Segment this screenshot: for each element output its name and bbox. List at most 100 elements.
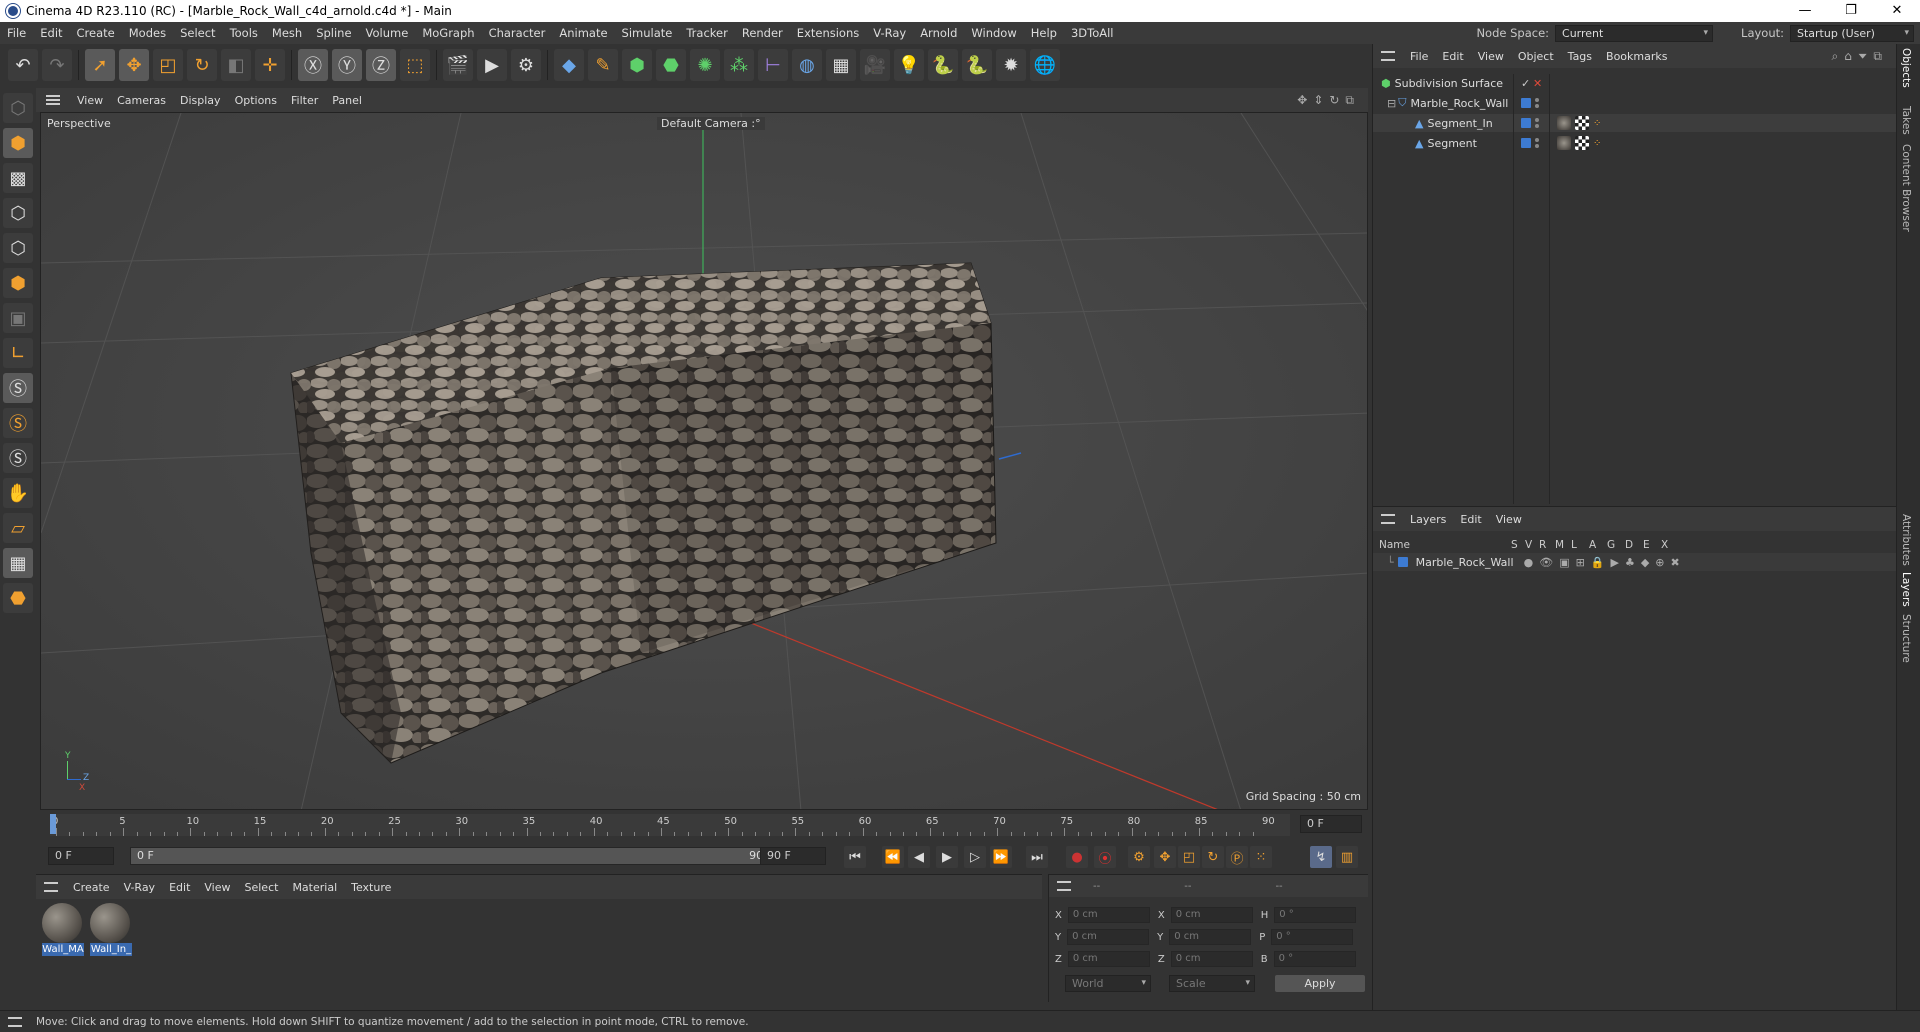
cube-primitive-icon[interactable]: ◆ [554,49,584,81]
layer-color-swatch[interactable] [1521,98,1531,108]
pos-y-field[interactable]: 0 cm [1067,929,1150,945]
rotate-tool-icon[interactable]: ↻ [187,49,217,81]
end-frame-field[interactable]: 90 F [760,847,826,865]
selection-tag-icon[interactable]: ⁘ [1593,138,1601,149]
workplane-icon[interactable]: ✋ [3,478,33,508]
menu-select[interactable]: Select [173,26,222,40]
layer-menu-edit[interactable]: Edit [1453,513,1488,526]
rot-h-field[interactable]: 0 ° [1274,907,1357,923]
menu-window[interactable]: Window [964,26,1023,40]
axis-mode-icon[interactable]: ∟ [3,338,33,368]
quantize-icon[interactable]: Ⓢ [3,443,33,473]
layer-color-swatch[interactable] [1397,557,1408,567]
keyframe-selection-icon[interactable]: ⚙ [1128,846,1150,868]
texture-mode-icon[interactable]: ▩ [3,163,33,193]
material-swatch[interactable]: Wall_In_ [90,903,132,957]
y-axis-lock-icon[interactable]: Ⓨ [332,49,362,81]
uv-mode-icon[interactable]: ▣ [3,303,33,333]
menu-extensions[interactable]: Extensions [790,26,866,40]
material-menu-material[interactable]: Material [285,881,344,894]
layer-menu-layers[interactable]: Layers [1403,513,1453,526]
menu-animate[interactable]: Animate [552,26,614,40]
scale-tool-icon[interactable]: ◰ [153,49,183,81]
disabled-x-icon[interactable]: ✕ [1533,77,1542,90]
rot-p-field[interactable]: 0 ° [1271,929,1354,945]
rot-b-field[interactable]: 0 ° [1273,951,1356,967]
snap-icon[interactable]: Ⓢ [3,373,33,403]
menu-help[interactable]: Help [1024,26,1064,40]
start-frame-field[interactable]: 0 F [48,847,114,865]
tab-attributes[interactable]: Attributes [1900,514,1912,566]
tab-content-browser[interactable]: Content Browser [1900,144,1912,232]
play-icon[interactable]: ▶ [936,846,958,868]
editor-visibility-dot[interactable] [1535,118,1539,122]
size-z-field[interactable]: 0 cm [1170,951,1253,967]
field-icon[interactable]: ◍ [792,49,822,81]
uvw-tag-icon[interactable] [1575,116,1589,130]
snap-settings-icon[interactable]: Ⓢ [3,408,33,438]
coordinate-system-icon[interactable]: ⬚ [400,49,430,81]
material-tag-icon[interactable] [1557,136,1571,150]
undo-icon[interactable]: ↶ [8,49,38,81]
record-icon[interactable]: ● [1066,846,1088,868]
menu-edit[interactable]: Edit [33,26,69,40]
motion-system-icon[interactable]: ↯ [1310,846,1332,868]
object-row[interactable]: ⬢ Subdivision Surface ✓ ✕ [1373,74,1897,92]
material-hamburger-icon[interactable] [44,882,58,892]
menu-vray[interactable]: V-Ray [866,26,913,40]
mograph-effector-icon[interactable]: ⁂ [724,49,754,81]
z-axis-lock-icon[interactable]: Ⓩ [366,49,396,81]
parameter-key-icon[interactable]: Ⓟ [1226,846,1248,868]
menu-file[interactable]: File [0,26,33,40]
tab-takes[interactable]: Takes [1900,106,1912,135]
menu-mograph[interactable]: MoGraph [415,26,481,40]
render-settings-icon[interactable]: ⚙ [511,49,541,81]
render-visibility-dot[interactable] [1535,144,1539,148]
scale-key-icon[interactable]: ◰ [1178,846,1200,868]
render-visibility-dot[interactable] [1535,124,1539,128]
cloner-icon[interactable]: ✺ [690,49,720,81]
viewport-menu-display[interactable]: Display [173,94,228,107]
editor-visibility-dot[interactable] [1535,138,1539,142]
previous-frame-icon[interactable]: ◀ [908,846,930,868]
render-visibility-dot[interactable] [1535,104,1539,108]
make-editable-icon[interactable]: ⬡ [3,93,33,123]
menu-arnold[interactable]: Arnold [913,26,964,40]
render-view-icon[interactable]: ▶ [477,49,507,81]
material-tag-icon[interactable] [1557,116,1571,130]
node-space-dropdown[interactable]: Current (Standard/Physical) [1555,24,1714,55]
light-icon[interactable]: 💡 [894,49,924,81]
menu-modes[interactable]: Modes [122,26,173,40]
menu-3dtoall[interactable]: 3DToAll [1064,26,1121,40]
viewport-menu-cameras[interactable]: Cameras [110,94,173,107]
polygons-mode-icon[interactable]: ⬢ [3,268,33,298]
material-swatch[interactable]: Wall_MA [42,903,84,957]
pen-spline-icon[interactable]: ✎ [588,49,618,81]
python-script-icon[interactable]: 🐍 [928,49,958,81]
pos-x-field[interactable]: 0 cm [1067,907,1150,923]
material-menu-select[interactable]: Select [238,881,286,894]
next-key-icon[interactable]: ⏩ [990,846,1012,868]
tab-structure[interactable]: Structure [1900,614,1912,663]
material-menu-edit[interactable]: Edit [162,881,197,894]
obj-menu-edit[interactable]: Edit [1435,50,1470,63]
pos-z-field[interactable]: 0 cm [1067,951,1150,967]
layer-menu-view[interactable]: View [1489,513,1529,526]
go-to-end-icon[interactable]: ⏭ [1026,846,1048,868]
pla-key-icon[interactable]: ⁙ [1250,846,1272,868]
layer-row[interactable]: └ Marble_Rock_Wall ●👁▣⊞🔒▶♣◆⊕✖ [1373,553,1897,571]
move-tool-icon[interactable]: ✥ [119,49,149,81]
viewport-camera-label[interactable]: Default Camera :° [657,117,765,130]
obj-menu-bookmarks[interactable]: Bookmarks [1599,50,1674,63]
3d-viewport[interactable]: Perspective Default Camera :° Grid Spaci… [40,112,1368,810]
extrude-generator-icon[interactable]: ⬣ [656,49,686,81]
edges-mode-icon[interactable]: ⬡ [3,233,33,263]
object-row[interactable]: ▲ Segment ⁘ [1373,134,1897,152]
tab-objects[interactable]: Objects [1900,48,1912,88]
global-icon[interactable]: 🌐 [1030,49,1060,81]
current-frame-field[interactable]: 0 F [1300,815,1362,833]
viewport-menu-panel[interactable]: Panel [325,94,369,107]
size-mode-dropdown[interactable]: Scale [1169,975,1255,992]
rotation-key-icon[interactable]: ↻ [1202,846,1224,868]
locked-workplane-icon[interactable]: ▦ [3,548,33,578]
